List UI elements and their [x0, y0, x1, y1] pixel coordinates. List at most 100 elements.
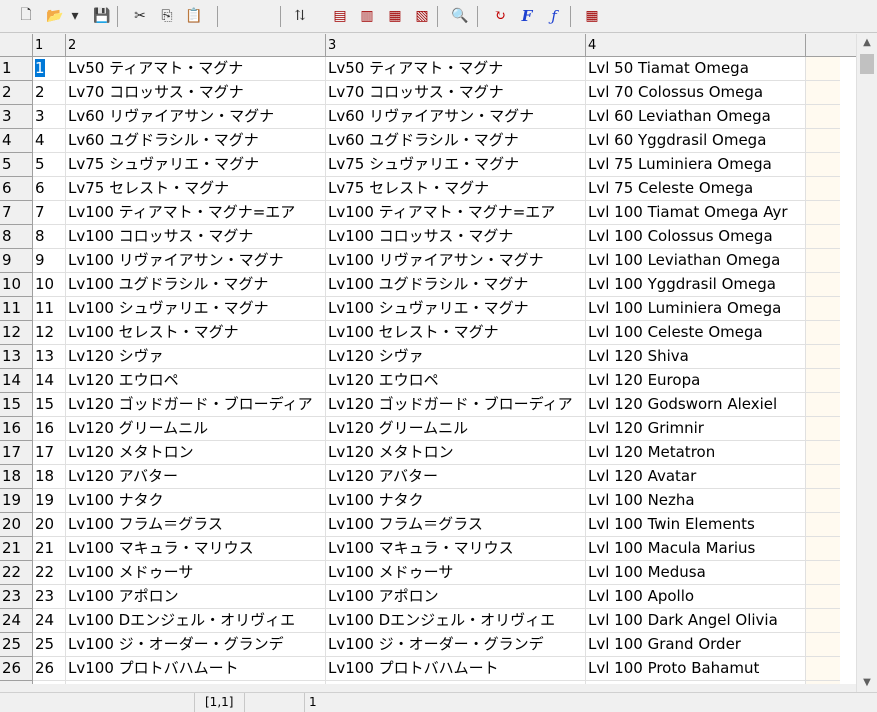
- grid-cell[interactable]: Lv100 プロトバハムート: [66, 657, 326, 681]
- grid-cell[interactable]: Lv100 ユグドラシル・マグナ: [66, 273, 326, 297]
- grid-cell[interactable]: 2: [33, 81, 66, 105]
- grid-cell[interactable]: 5: [33, 153, 66, 177]
- grid-cell[interactable]: Lv100 ユグドラシル・マグナ: [326, 273, 586, 297]
- grid-cell[interactable]: Lv100 ナタク: [326, 489, 586, 513]
- grid-cell[interactable]: Lvl 100 Grand Order: [586, 633, 806, 657]
- grid-cell[interactable]: Lv100 Dエンジェル・オリヴィエ: [66, 609, 326, 633]
- grid-table-icon[interactable]: ▦: [582, 6, 602, 26]
- grid-cell[interactable]: Lv50 ティアマト・マグナ: [326, 57, 586, 81]
- grid-cell[interactable]: 26: [33, 657, 66, 681]
- grid-cell[interactable]: 22: [33, 561, 66, 585]
- row-header[interactable]: 19: [0, 489, 33, 513]
- grid-cell[interactable]: Lvl 100 Proto Bahamut: [586, 657, 806, 681]
- row-header[interactable]: 4: [0, 129, 33, 153]
- grid-cell[interactable]: Lvl 75 Luminiera Omega: [586, 153, 806, 177]
- grid-cell[interactable]: Lv100 リヴァイアサン・マグナ: [66, 249, 326, 273]
- grid-cell[interactable]: Lv120 エウロペ: [326, 369, 586, 393]
- grid-cell[interactable]: Lv100 フラム＝グラス: [66, 513, 326, 537]
- grid-cell[interactable]: Lv100 セレスト・マグナ: [66, 321, 326, 345]
- horizontal-scrollbar[interactable]: [0, 684, 856, 692]
- row-header[interactable]: 3: [0, 105, 33, 129]
- grid-cell[interactable]: Lv75 セレスト・マグナ: [66, 177, 326, 201]
- grid-cell[interactable]: Lvl 100 Luminiera Omega: [586, 297, 806, 321]
- grid-cell[interactable]: 4: [33, 129, 66, 153]
- grid-cell[interactable]: Lvl 75 Celeste Omega: [586, 177, 806, 201]
- row-header[interactable]: 22: [0, 561, 33, 585]
- grid-cell[interactable]: Lv100 メドゥーサ: [66, 561, 326, 585]
- font-icon[interactable]: F: [517, 6, 537, 26]
- grid-cell[interactable]: Lv100 リヴァイアサン・マグナ: [326, 249, 586, 273]
- row-header[interactable]: 26: [0, 657, 33, 681]
- grid-cell[interactable]: Lvl 100 Leviathan Omega: [586, 249, 806, 273]
- grid-cell[interactable]: 12: [33, 321, 66, 345]
- grid-cell[interactable]: Lvl 100 Twin Elements: [586, 513, 806, 537]
- grid-cell[interactable]: 16: [33, 417, 66, 441]
- grid-cell[interactable]: 3: [33, 105, 66, 129]
- vertical-scrollbar[interactable]: ▲ ▼: [856, 34, 877, 692]
- grid-cell[interactable]: Lv100 コロッサス・マグナ: [326, 225, 586, 249]
- grid-cell[interactable]: Lv120 グリームニル: [326, 417, 586, 441]
- grid-cell[interactable]: Lv120 メタトロン: [66, 441, 326, 465]
- new-document-icon[interactable]: 🗋: [16, 6, 36, 26]
- cut-icon[interactable]: ✂: [130, 6, 150, 26]
- grid-cell[interactable]: Lv100 ジ・オーダー・グランデ: [326, 633, 586, 657]
- grid-cell[interactable]: Lv100 シュヴァリエ・マグナ: [66, 297, 326, 321]
- grid-cell[interactable]: Lv75 シュヴァリエ・マグナ: [66, 153, 326, 177]
- row-header[interactable]: 21: [0, 537, 33, 561]
- grid-cell[interactable]: Lvl 120 Shiva: [586, 345, 806, 369]
- grid-cell[interactable]: Lvl 120 Avatar: [586, 465, 806, 489]
- grid-cell[interactable]: Lv70 コロッサス・マグナ: [326, 81, 586, 105]
- grid-cell[interactable]: 13: [33, 345, 66, 369]
- grid-cell[interactable]: Lvl 100 Macula Marius: [586, 537, 806, 561]
- scroll-thumb[interactable]: [860, 54, 874, 74]
- delete-row-icon[interactable]: ▦: [385, 6, 405, 26]
- grid-cell[interactable]: 18: [33, 465, 66, 489]
- column-header[interactable]: 3: [326, 34, 586, 57]
- insert-column-icon[interactable]: ▥: [357, 6, 377, 26]
- grid-cell[interactable]: Lv60 ユグドラシル・マグナ: [326, 129, 586, 153]
- grid-cell[interactable]: Lv120 エウロペ: [66, 369, 326, 393]
- row-header[interactable]: 10: [0, 273, 33, 297]
- row-header[interactable]: 5: [0, 153, 33, 177]
- grid-cell[interactable]: Lv100 アポロン: [66, 585, 326, 609]
- column-header[interactable]: 4: [586, 34, 806, 57]
- grid-cell[interactable]: 1: [33, 57, 66, 81]
- grid-cell[interactable]: Lv120 ゴッドガード・ブローディア: [326, 393, 586, 417]
- grid-cell[interactable]: 17: [33, 441, 66, 465]
- grid-cell[interactable]: 14: [33, 369, 66, 393]
- row-header[interactable]: 11: [0, 297, 33, 321]
- grid-cell[interactable]: Lvl 50 Tiamat Omega: [586, 57, 806, 81]
- grid-cell[interactable]: Lv100 セレスト・マグナ: [326, 321, 586, 345]
- find-icon[interactable]: 🔍: [450, 6, 470, 26]
- grid-cell[interactable]: Lvl 100 Dark Angel Olivia: [586, 609, 806, 633]
- grid-cell[interactable]: Lvl 60 Yggdrasil Omega: [586, 129, 806, 153]
- grid-cell[interactable]: Lvl 100 Yggdrasil Omega: [586, 273, 806, 297]
- grid-cell[interactable]: Lvl 120 Godsworn Alexiel: [586, 393, 806, 417]
- sort-icon[interactable]: ⇅: [290, 6, 310, 26]
- save-disk-icon[interactable]: 💾: [92, 6, 112, 26]
- row-header[interactable]: 2: [0, 81, 33, 105]
- grid-cell[interactable]: Lv100 メドゥーサ: [326, 561, 586, 585]
- row-header[interactable]: 14: [0, 369, 33, 393]
- grid-cell[interactable]: 7: [33, 201, 66, 225]
- grid-cell[interactable]: Lv120 アバター: [326, 465, 586, 489]
- grid-cell[interactable]: 9: [33, 249, 66, 273]
- refresh-icon[interactable]: ↻: [490, 6, 510, 26]
- grid-cell[interactable]: Lv100 マキュラ・マリウス: [66, 537, 326, 561]
- grid-cell[interactable]: Lvl 100 Celeste Omega: [586, 321, 806, 345]
- grid-cell[interactable]: Lv120 ゴッドガード・ブローディア: [66, 393, 326, 417]
- open-folder-icon[interactable]: 📂: [45, 6, 65, 26]
- function-icon[interactable]: ƒ: [544, 6, 564, 26]
- grid-cell[interactable]: Lv120 グリームニル: [66, 417, 326, 441]
- grid-cell[interactable]: Lv120 アバター: [66, 465, 326, 489]
- grid-corner[interactable]: [0, 34, 33, 57]
- grid-cell[interactable]: 24: [33, 609, 66, 633]
- grid-cell[interactable]: 8: [33, 225, 66, 249]
- grid-cell[interactable]: Lv100 マキュラ・マリウス: [326, 537, 586, 561]
- grid-cell[interactable]: Lvl 100 Nezha: [586, 489, 806, 513]
- grid-cell[interactable]: 11: [33, 297, 66, 321]
- grid-cell[interactable]: 10: [33, 273, 66, 297]
- grid-cell[interactable]: 19: [33, 489, 66, 513]
- row-header[interactable]: 15: [0, 393, 33, 417]
- insert-row-icon[interactable]: ▤: [330, 6, 350, 26]
